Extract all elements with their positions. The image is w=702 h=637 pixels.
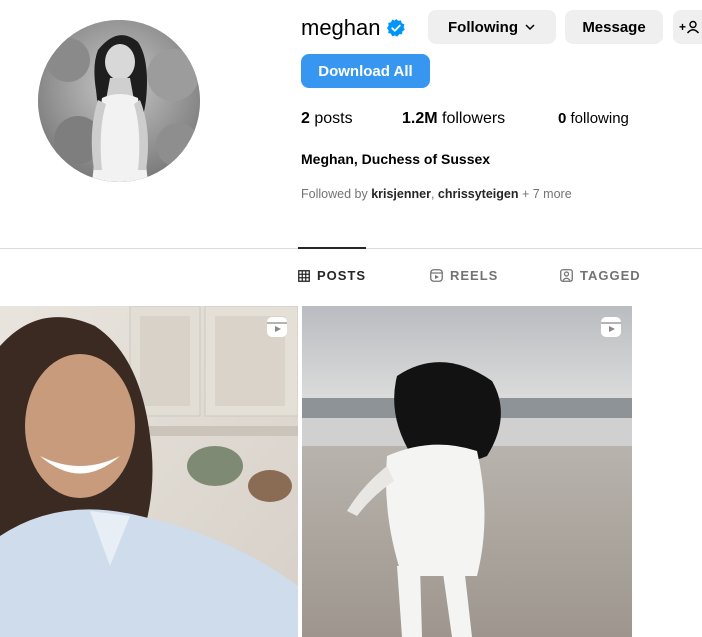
reel-icon bbox=[267, 317, 287, 337]
profile-avatar[interactable] bbox=[38, 20, 200, 182]
person-icon bbox=[686, 20, 700, 34]
tab-posts[interactable]: POSTS bbox=[298, 268, 366, 283]
tab-tagged[interactable]: TAGGED bbox=[560, 268, 641, 283]
following-button-label: Following bbox=[448, 18, 518, 36]
active-tab-indicator bbox=[298, 247, 366, 249]
followed-by-separator: , bbox=[430, 187, 438, 201]
post-image bbox=[302, 306, 632, 637]
post-thumbnail[interactable] bbox=[302, 306, 632, 637]
followed-by-suffix: + 7 more bbox=[518, 187, 572, 201]
followers-count: 1.2M bbox=[402, 110, 438, 127]
tab-reels-label: REELS bbox=[450, 268, 499, 283]
followed-by-user1[interactable]: krisjenner bbox=[371, 187, 431, 201]
verified-badge-icon bbox=[387, 19, 405, 37]
tab-posts-label: POSTS bbox=[317, 268, 367, 283]
download-all-button[interactable]: Download All bbox=[301, 54, 430, 88]
following-stat[interactable]: 0 following bbox=[558, 109, 629, 129]
message-button[interactable]: Message bbox=[565, 10, 663, 44]
followers-label: followers bbox=[442, 110, 506, 127]
post-image bbox=[0, 306, 298, 637]
grid-icon bbox=[298, 269, 310, 282]
add-user-button[interactable]: + bbox=[673, 10, 702, 44]
posts-count-stat: 2 posts bbox=[301, 109, 353, 129]
message-button-label: Message bbox=[582, 18, 646, 36]
reel-icon bbox=[601, 317, 621, 337]
avatar-photo bbox=[38, 20, 200, 182]
add-user-plus: + bbox=[679, 20, 687, 34]
tagged-icon bbox=[560, 269, 573, 282]
chevron-down-icon bbox=[525, 24, 535, 31]
tab-tagged-label: TAGGED bbox=[580, 268, 641, 283]
following-button[interactable]: Following bbox=[428, 10, 556, 44]
followers-stat[interactable]: 1.2M followers bbox=[402, 109, 505, 129]
followed-by-prefix: Followed by bbox=[301, 187, 372, 201]
followed-by-user2[interactable]: chrissyteigen bbox=[438, 187, 519, 201]
display-name: Meghan, Duchess of Sussex bbox=[301, 151, 491, 167]
reels-icon bbox=[430, 269, 443, 282]
username: meghan bbox=[301, 15, 381, 40]
following-label: following bbox=[570, 110, 629, 127]
followed-by[interactable]: Followed by krisjenner, chrissyteigen + … bbox=[301, 187, 572, 201]
following-count: 0 bbox=[558, 110, 567, 127]
tab-reels[interactable]: REELS bbox=[430, 268, 498, 283]
post-thumbnail[interactable] bbox=[0, 306, 298, 637]
posts-count: 2 bbox=[301, 110, 310, 127]
posts-label: posts bbox=[314, 110, 353, 127]
